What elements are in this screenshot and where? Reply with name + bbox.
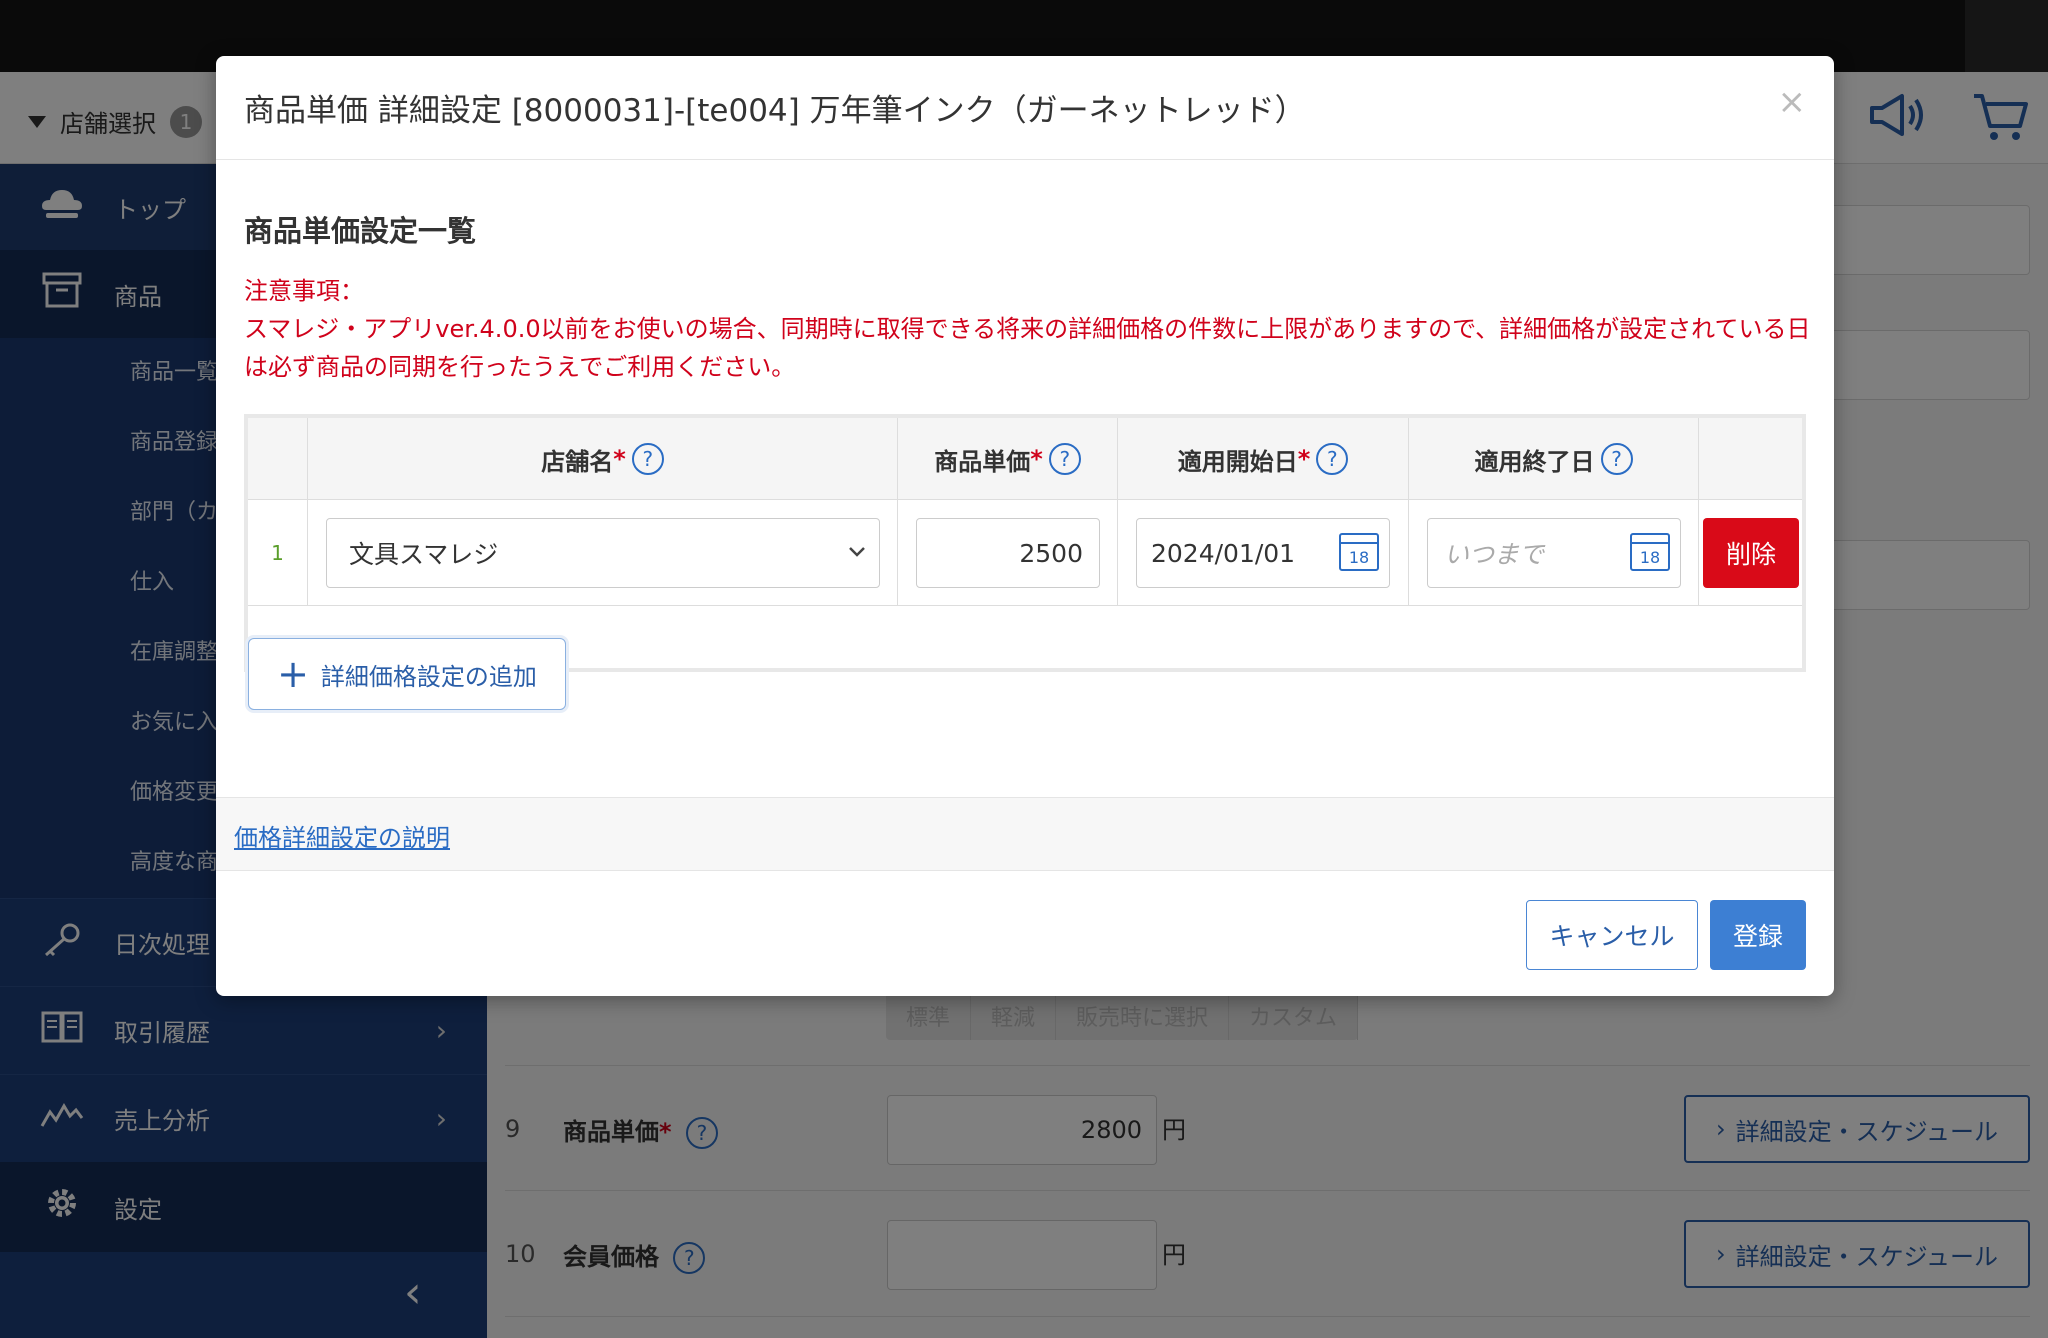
- plus-icon: +: [277, 652, 309, 696]
- start-date-cell: 2024/01/01 18: [1118, 500, 1409, 606]
- store-cell: 文具スマレジ: [308, 500, 898, 606]
- header-cell-store: 店舗名 * ?: [308, 418, 898, 500]
- end-date-input[interactable]: いつまで 18: [1427, 518, 1681, 588]
- modal-header: 商品単価 詳細設定 [8000031]-[te004] 万年筆インク（ガーネット…: [216, 56, 1834, 160]
- add-price-setting-button[interactable]: + 詳細価格設定の追加: [248, 638, 566, 710]
- modal-title: 商品単価 詳細設定 [8000031]-[te004] 万年筆インク（ガーネット…: [244, 93, 1306, 129]
- store-select-dropdown[interactable]: 文具スマレジ: [326, 518, 880, 588]
- help-icon[interactable]: ?: [1048, 443, 1081, 475]
- calendar-icon[interactable]: 18: [1339, 533, 1379, 571]
- header-label: 店舗名: [541, 447, 614, 476]
- start-date-value: 2024/01/01: [1151, 538, 1296, 568]
- close-icon[interactable]: ×: [1778, 82, 1807, 122]
- end-date-placeholder: いつまで: [1444, 540, 1545, 569]
- notice-text: 注意事項： スマレジ・アプリver.4.0.0以前をお使いの場合、同期時に取得で…: [244, 272, 1814, 386]
- required-mark: *: [1297, 445, 1311, 473]
- help-icon[interactable]: ?: [1316, 443, 1349, 475]
- notice-heading: 注意事項：: [244, 277, 364, 305]
- action-cell: 削除: [1699, 500, 1802, 606]
- required-mark: *: [613, 445, 626, 473]
- price-detail-help-link[interactable]: 価格詳細設定の説明: [234, 818, 450, 853]
- table-row: 1 文具スマレジ 2500 2024/01/01 18 いつまで 18 削除: [248, 500, 1802, 606]
- help-icon[interactable]: ?: [1600, 443, 1633, 475]
- header-label: 商品単価: [934, 447, 1031, 476]
- price-cell: 2500: [898, 500, 1118, 606]
- calendar-icon[interactable]: 18: [1630, 533, 1670, 571]
- price-table: 店舗名 * ? 商品単価 * ? 適用開始日 * ? 適用終了日 ? 1 文具スマレジ: [244, 414, 1806, 672]
- header-label: 適用開始日: [1177, 447, 1298, 476]
- delete-button[interactable]: 削除: [1703, 518, 1799, 588]
- price-detail-modal: 商品単価 詳細設定 [8000031]-[te004] 万年筆インク（ガーネット…: [216, 56, 1834, 996]
- chevron-down-icon: [847, 537, 867, 573]
- modal-info-bar: 価格詳細設定の説明: [216, 797, 1834, 871]
- header-cell-price: 商品単価 * ?: [898, 418, 1118, 500]
- store-select-value: 文具スマレジ: [349, 540, 499, 569]
- help-icon[interactable]: ?: [631, 443, 664, 475]
- notice-body: スマレジ・アプリver.4.0.0以前をお使いの場合、同期時に取得できる将来の詳…: [244, 315, 1811, 381]
- header-cell-start: 適用開始日 * ?: [1118, 418, 1409, 500]
- start-date-input[interactable]: 2024/01/01 18: [1136, 518, 1390, 588]
- add-button-label: 詳細価格設定の追加: [320, 662, 537, 691]
- end-date-cell: いつまで 18: [1409, 500, 1699, 606]
- header-label: 適用終了日: [1474, 447, 1595, 476]
- header-cell-end: 適用終了日 ?: [1409, 418, 1699, 500]
- header-cell-action: [1699, 418, 1802, 500]
- section-title: 商品単価設定一覧: [244, 214, 477, 248]
- required-mark: *: [1030, 445, 1043, 473]
- price-input[interactable]: 2500: [916, 518, 1100, 588]
- table-header: 店舗名 * ? 商品単価 * ? 適用開始日 * ? 適用終了日 ?: [248, 418, 1802, 500]
- row-index: 1: [248, 500, 308, 606]
- header-cell-index: [248, 418, 308, 500]
- cancel-button[interactable]: キャンセル: [1526, 900, 1698, 970]
- register-button[interactable]: 登録: [1710, 900, 1806, 970]
